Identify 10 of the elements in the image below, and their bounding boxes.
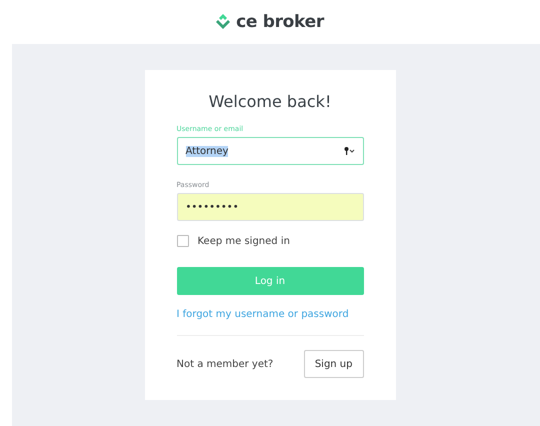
logo-icon: [216, 14, 230, 30]
logo-text: ce broker: [236, 12, 324, 32]
password-field[interactable]: •••••••••: [176, 193, 364, 221]
remember-label: Keep me signed in: [198, 236, 290, 246]
key-icon[interactable]: [344, 147, 354, 155]
remember-checkbox[interactable]: [176, 235, 188, 247]
username-field[interactable]: Attorney: [176, 137, 364, 165]
signup-button[interactable]: Sign up: [304, 350, 364, 378]
signup-prompt: Not a member yet?: [176, 358, 274, 370]
welcome-title: Welcome back!: [208, 92, 332, 111]
